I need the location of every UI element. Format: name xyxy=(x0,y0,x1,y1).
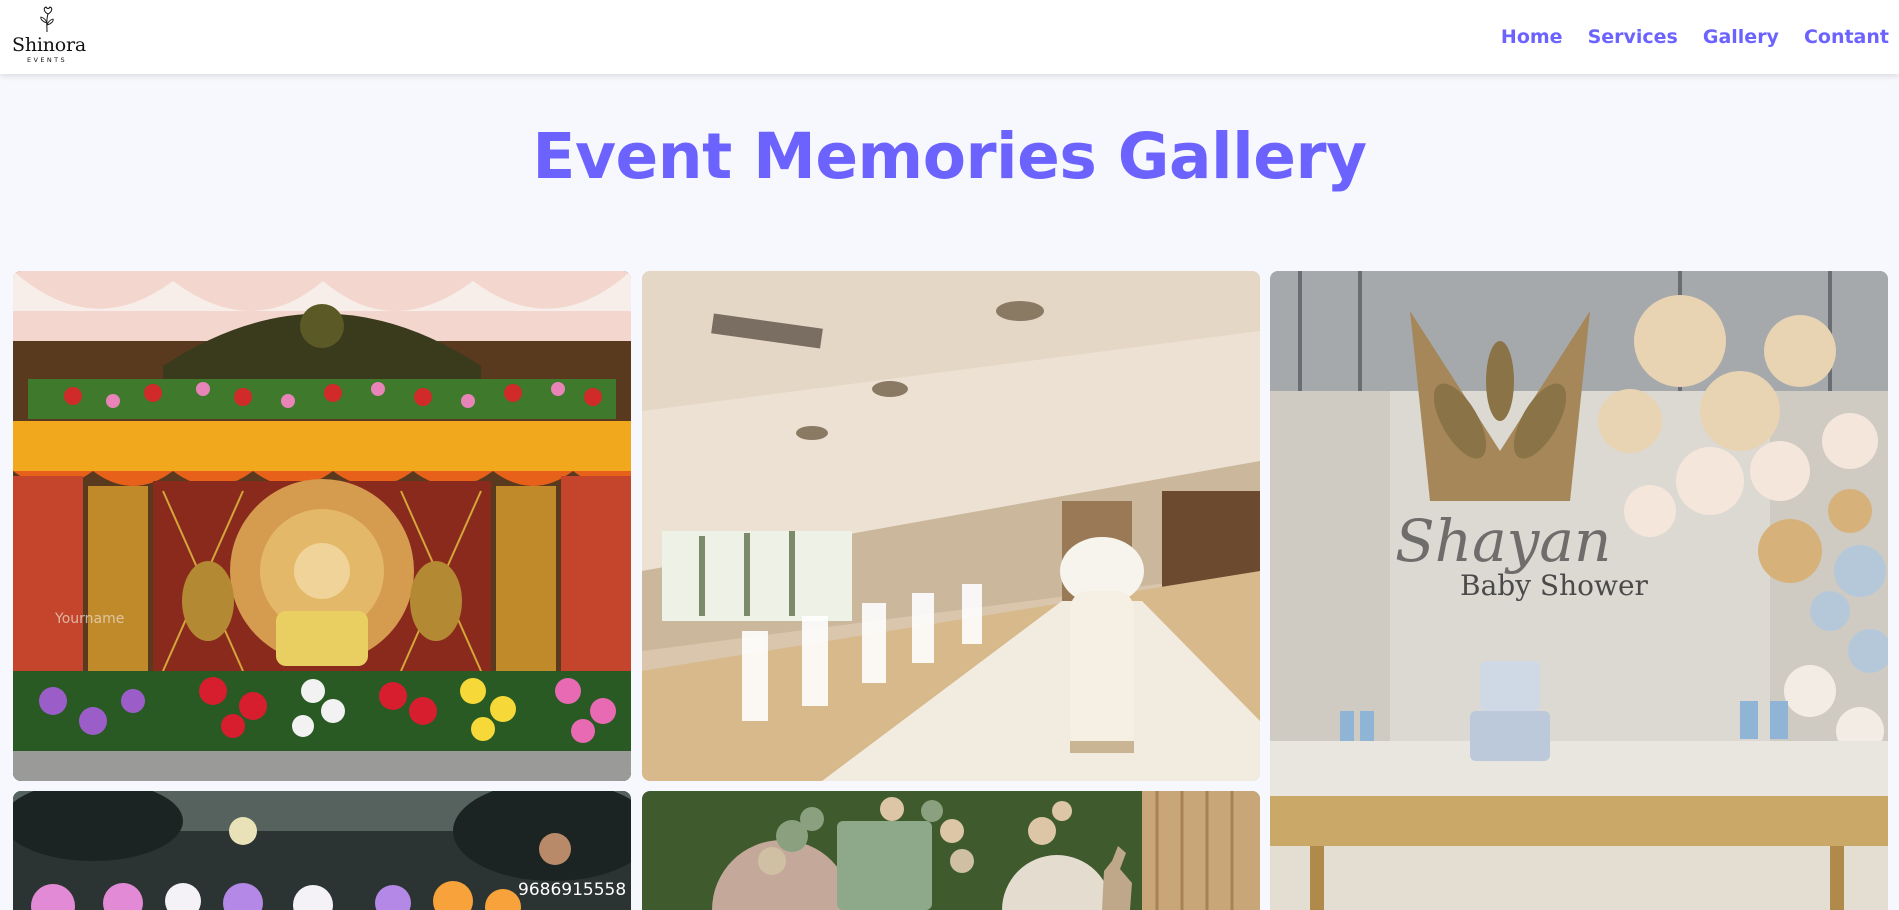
gallery-photo-sage-backdrop[interactable] xyxy=(642,791,1260,910)
sign-script: Shayan xyxy=(1395,507,1611,575)
brand-logo[interactable]: Shinora EVENTS xyxy=(10,6,86,66)
gallery-photo-wedding-stage[interactable]: Yourname xyxy=(13,271,631,781)
flower-icon xyxy=(40,6,54,33)
phone-watermark: 9686915558 xyxy=(518,880,626,900)
banquet-hall-image xyxy=(642,271,1260,781)
sage-backdrop-image xyxy=(642,791,1260,910)
wedding-watermark: Yourname xyxy=(54,611,124,627)
nav-services[interactable]: Services xyxy=(1588,26,1678,48)
main-nav: Home Services Gallery Contant xyxy=(1501,26,1889,48)
baby-shower-image: Shayan Baby Shower xyxy=(1270,271,1888,910)
navbar: Shinora EVENTS Home Services Gallery Con… xyxy=(0,0,1899,74)
balloon-outdoor-image: 9686915558 xyxy=(13,791,631,910)
gallery-photo-baby-shower[interactable]: Shayan Baby Shower xyxy=(1270,271,1888,910)
gallery-photo-balloon-outdoor[interactable]: 9686915558 xyxy=(13,791,631,910)
gallery-photo-banquet-hall[interactable] xyxy=(642,271,1260,781)
wedding-stage-image: Yourname xyxy=(13,271,631,781)
nav-gallery[interactable]: Gallery xyxy=(1703,26,1779,48)
brand-tagline: EVENTS xyxy=(27,56,68,64)
sign-text: Baby Shower xyxy=(1460,569,1649,602)
nav-contact[interactable]: Contant xyxy=(1804,26,1889,48)
brand-name: Shinora xyxy=(12,34,87,56)
nav-home[interactable]: Home xyxy=(1501,26,1563,48)
page-title: Event Memories Gallery xyxy=(532,120,1367,193)
